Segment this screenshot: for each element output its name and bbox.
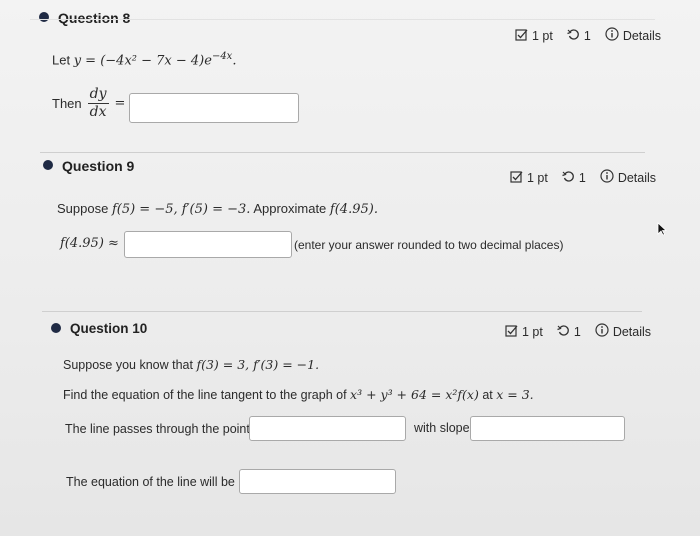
slope-input[interactable]	[470, 416, 625, 441]
details-link[interactable]: Details	[618, 171, 656, 185]
info-icon[interactable]	[595, 323, 609, 340]
point-label: The line passes through the point	[65, 422, 250, 436]
question-9-answer-label: f(4.95) ≈	[60, 236, 119, 251]
question-8-bullet	[39, 12, 49, 22]
divider-9-10	[42, 311, 642, 312]
derivative-fraction: dy dx	[87, 86, 109, 121]
question-8-then-row: Then dy dx =	[52, 86, 125, 121]
info-icon[interactable]	[605, 27, 619, 44]
question-10-line-2: Find the equation of the line tangent to…	[63, 387, 534, 402]
question-10-title: Question 10	[70, 321, 148, 336]
question-8-title: Question 8	[58, 10, 131, 26]
question-9-statement: Suppose f(5) = −5, f′(5) = −3. Approxima…	[57, 201, 378, 217]
question-8-function: y = (−4x² − 7x − 4)e	[73, 53, 212, 69]
question-10-line-1: Suppose you know that f(3) = 3, f′(3) = …	[63, 357, 320, 372]
question-9-title: Question 9	[62, 158, 135, 174]
divider-8-9	[40, 152, 645, 153]
equals-sign: =	[114, 96, 126, 111]
retries-count: 1	[578, 170, 586, 185]
points-label: 1 pt	[532, 28, 553, 43]
question-8-statement: Let y = (−4x² − 7x − 4)e−4x.	[52, 51, 237, 69]
question-8-divider	[30, 19, 655, 20]
then-label: Then	[52, 96, 82, 111]
mouse-cursor-icon	[657, 222, 668, 241]
info-icon[interactable]	[600, 169, 614, 186]
question-8-meta: 1 pt 1 Details	[515, 27, 661, 44]
question-8-exponent: −4x	[211, 51, 233, 62]
retries-count: 1	[583, 28, 591, 43]
fraction-denominator: dx	[89, 104, 107, 120]
page-background	[0, 0, 700, 536]
question-9-target: f(4.95).	[329, 202, 378, 217]
edit-checkbox-icon	[510, 170, 523, 186]
question-9-bullet	[43, 160, 53, 170]
equation-label: The equation of the line will be	[66, 475, 235, 489]
edit-checkbox-icon	[515, 28, 528, 44]
question-10-bullet	[51, 323, 61, 333]
question-10-x-value: x = 3.	[496, 387, 534, 402]
retry-icon	[562, 170, 575, 186]
question-9-meta: 1 pt 1 Details	[510, 169, 656, 186]
tangent-equation-input[interactable]	[239, 469, 396, 494]
points-label: 1 pt	[522, 324, 543, 339]
slope-label: with slope	[414, 421, 470, 435]
fraction-numerator: dy	[87, 86, 109, 104]
question-10-given: f(3) = 3, f′(3) = −1.	[196, 357, 320, 372]
question-9-given: f(5) = −5, f′(5) = −3.	[111, 202, 251, 217]
question-9-hint: (enter your answer rounded to two decima…	[294, 238, 564, 252]
retry-icon	[557, 324, 570, 340]
details-link[interactable]: Details	[623, 29, 661, 43]
question-10-meta: 1 pt 1 Details	[505, 323, 651, 340]
retries-count: 1	[573, 324, 581, 339]
edit-checkbox-icon	[505, 324, 518, 340]
tangent-point-input[interactable]	[249, 416, 406, 441]
details-link[interactable]: Details	[613, 325, 651, 339]
question-9-answer-input[interactable]	[124, 231, 292, 258]
question-8-answer-input[interactable]	[129, 93, 299, 123]
points-label: 1 pt	[527, 170, 548, 185]
retry-icon	[567, 28, 580, 44]
question-10-curve: x³ + y³ + 64 = x²f(x)	[350, 387, 479, 402]
